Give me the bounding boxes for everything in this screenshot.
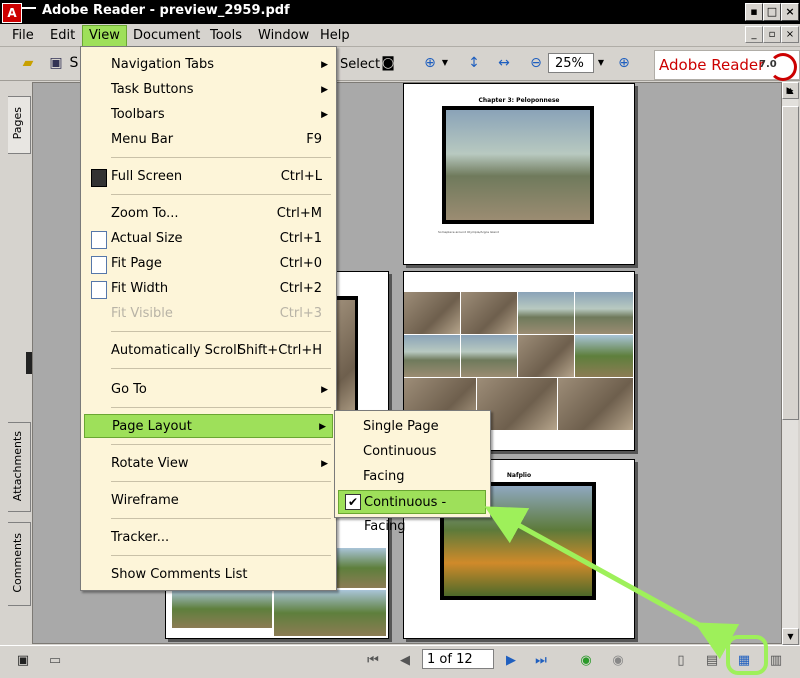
annotation-circle [726, 635, 768, 675]
annotation-overlay [484, 506, 768, 675]
annotation-arrow [484, 506, 740, 660]
